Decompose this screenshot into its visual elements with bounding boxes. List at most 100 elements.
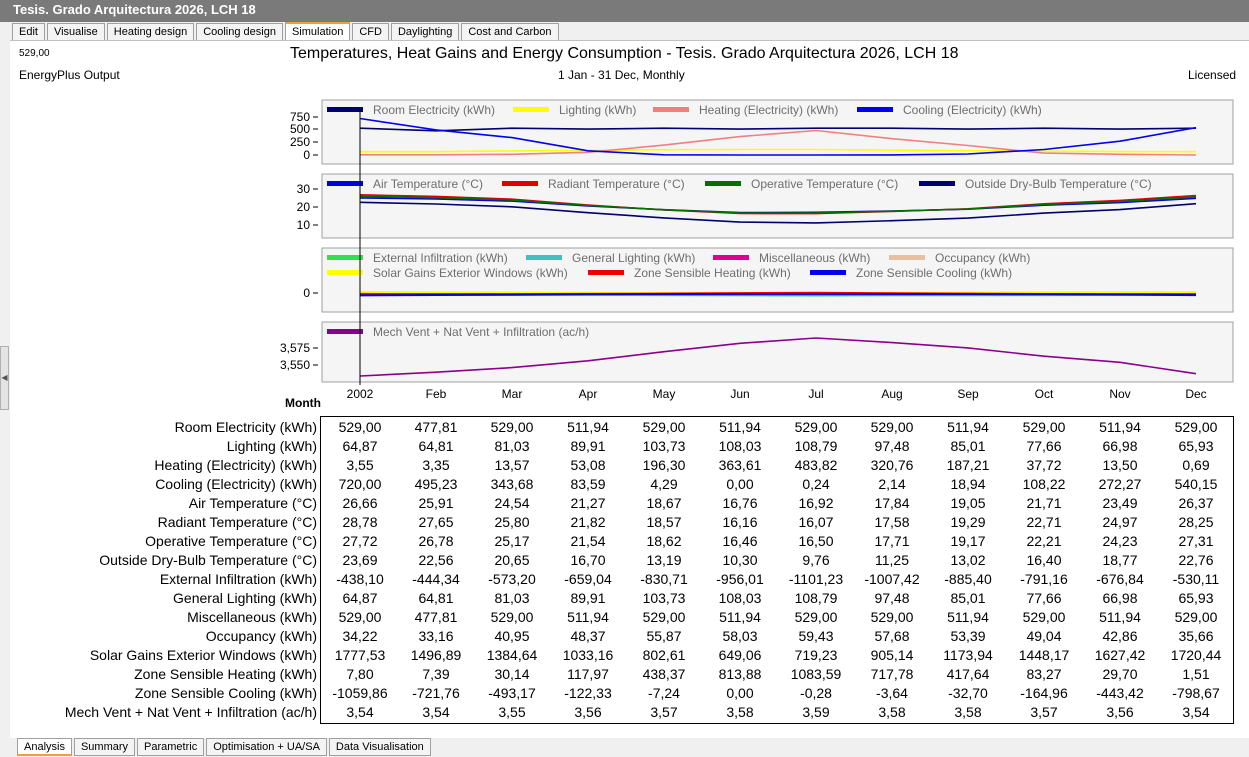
legend-swatch	[713, 255, 749, 260]
table-row-label: Miscellaneous (kWh)	[187, 609, 317, 625]
table-cell: 540,15	[1174, 476, 1218, 492]
table-cell: -3,64	[876, 685, 908, 701]
table-cell: 529,00	[1174, 419, 1218, 435]
table-cell: -530,11	[1172, 571, 1220, 587]
x-axis-month-label: 2002	[347, 387, 374, 401]
table-cell: 24,23	[1102, 533, 1138, 549]
table-cell: 20,65	[494, 552, 530, 568]
x-axis-month-label: Sep	[957, 387, 979, 401]
legend-swatch	[653, 107, 689, 112]
table-cell: 55,87	[646, 628, 682, 644]
table-cell: 117,97	[567, 666, 609, 682]
table-cell: -885,40	[944, 571, 992, 587]
table-cell: 24,54	[494, 495, 530, 511]
tab-optimisation-ua-sa[interactable]: Optimisation + UA/SA	[206, 738, 327, 756]
table-cell: -721,76	[412, 685, 460, 701]
table-cell: 21,71	[1026, 495, 1062, 511]
table-cell: -444,34	[412, 571, 460, 587]
legend-swatch	[810, 270, 846, 275]
table-cell: 9,76	[802, 552, 830, 568]
table-cell: 813,88	[718, 666, 762, 682]
table-cell: 22,76	[1178, 552, 1214, 568]
tab-analysis[interactable]: Analysis	[17, 738, 72, 756]
table-cell: 85,01	[950, 438, 986, 454]
table-cell: 343,68	[490, 476, 534, 492]
table-cell: 40,95	[494, 628, 530, 644]
table-cell: 511,94	[567, 419, 609, 435]
tab-summary[interactable]: Summary	[73, 738, 136, 756]
table-cell: 17,84	[874, 495, 910, 511]
table-cell: 3,54	[422, 704, 450, 720]
table-cell: 272,27	[1098, 476, 1142, 492]
table-cell: 24,97	[1102, 514, 1138, 530]
table-cell: 3,58	[726, 704, 754, 720]
table-cell: 477,81	[414, 419, 458, 435]
table-cell: 0,24	[802, 476, 830, 492]
bottom-tab-bar: Analysis Summary Parametric Optimisation + …	[17, 738, 433, 757]
table-cell: 1777,53	[334, 647, 386, 663]
legend-item-mech-vent-nat-vent-infiltration-ac-h: Mech Vent + Nat Vent + Infiltration (ac/…	[373, 325, 589, 339]
x-axis-month-label: Jul	[808, 387, 823, 401]
table-cell: 16,07	[798, 514, 834, 530]
table-row-label: External Infiltration (kWh)	[159, 571, 317, 587]
table-cell: 495,23	[414, 476, 458, 492]
table-cell: 13,57	[494, 457, 530, 473]
legend-swatch	[705, 181, 741, 186]
table-cell: 1720,44	[1170, 647, 1222, 663]
legend-swatch	[526, 255, 562, 260]
legend-item-occupancy-kwh: Occupancy (kWh)	[935, 251, 1030, 265]
table-cell: 85,01	[950, 590, 986, 606]
y-tick-label: 3,550	[280, 358, 310, 372]
table-cell: 22,21	[1026, 533, 1062, 549]
table-cell: 3,35	[422, 457, 450, 473]
table-cell: 89,91	[570, 438, 606, 454]
table-cell: 529,00	[1022, 419, 1066, 435]
table-cell: 529,00	[490, 609, 534, 625]
table-cell: 28,78	[342, 514, 378, 530]
legend-swatch	[327, 270, 363, 275]
table-cell: 1496,89	[410, 647, 462, 663]
table-cell: 16,70	[570, 552, 606, 568]
chart-panel-1[interactable]: Room Electricity (kWh) Lighting (kWh) Heat…	[290, 99, 1234, 165]
table-cell: 1,51	[1182, 666, 1210, 682]
chart-panel-4[interactable]: Mech Vent + Nat Vent + Infiltration (ac/…	[280, 321, 1234, 383]
table-cell: 103,73	[642, 438, 686, 454]
table-cell: 34,22	[342, 628, 378, 644]
table-cell: 53,08	[570, 457, 606, 473]
table-cell: 65,93	[1178, 590, 1214, 606]
y-tick-label: 10	[297, 218, 311, 232]
table-cell: 16,40	[1026, 552, 1062, 568]
legend-item-radiant-temperature-c: Radiant Temperature (°C)	[548, 177, 685, 191]
table-cell: 89,91	[570, 590, 606, 606]
legend-swatch	[327, 255, 363, 260]
table-cell: 77,66	[1026, 438, 1062, 454]
chart-panel-2[interactable]: Air Temperature (°C) Radiant Temperature …	[297, 173, 1234, 239]
table-cell: 53,39	[950, 628, 986, 644]
table-cell: -32,70	[948, 685, 988, 701]
charts-area[interactable]: Room Electricity (kWh) Lighting (kWh) Heat…	[0, 0, 1249, 420]
legend-item-operative-temperature-c: Operative Temperature (°C)	[751, 177, 898, 191]
table-row-label: Heating (Electricity) (kWh)	[154, 457, 317, 473]
table-cell: -1059,86	[332, 685, 388, 701]
table-cell: 529,00	[642, 419, 686, 435]
table-cell: 529,00	[338, 419, 382, 435]
table-cell: 83,27	[1026, 666, 1062, 682]
y-tick-label: 20	[297, 200, 311, 214]
chart-panel-3[interactable]: External Infiltration (kWh) General Light…	[303, 247, 1234, 313]
table-cell: 11,25	[875, 552, 909, 568]
table-cell: 25,80	[494, 514, 530, 530]
table-cell: 64,81	[418, 438, 454, 454]
table-cell: 529,00	[642, 609, 686, 625]
tab-data-visualisation[interactable]: Data Visualisation	[328, 738, 431, 756]
table-row-label: Air Temperature (°C)	[188, 495, 317, 511]
table-cell: 16,16	[722, 514, 758, 530]
table-cell: 19,29	[950, 514, 986, 530]
table-cell: 511,94	[1099, 419, 1141, 435]
tab-parametric[interactable]: Parametric	[137, 738, 205, 756]
table-cell: 108,03	[718, 590, 762, 606]
x-axis-month-label: Mar	[502, 387, 523, 401]
table-cell: 1033,16	[562, 647, 614, 663]
table-cell: -659,04	[564, 571, 612, 587]
table-cell: 802,61	[642, 647, 686, 663]
table-cell: 511,94	[719, 609, 761, 625]
